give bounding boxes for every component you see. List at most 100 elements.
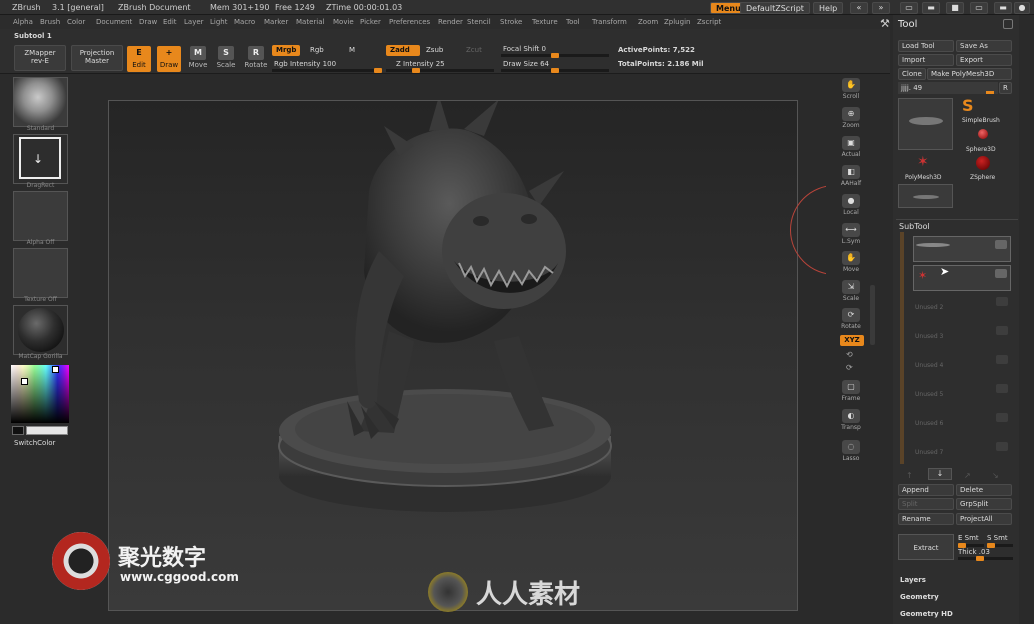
thick-handle[interactable] <box>976 556 984 561</box>
menu-alpha[interactable]: Alpha <box>13 18 33 26</box>
lsym-button[interactable]: ⟷ L.Sym <box>839 223 863 245</box>
scale-view-button[interactable]: ⇲ Scale <box>839 280 863 302</box>
canvas-viewport[interactable] <box>108 96 798 611</box>
subtool-slot-unused-7[interactable]: Unused 7 <box>913 439 1011 465</box>
menu-zoom[interactable]: Zoom <box>638 18 658 26</box>
stroke-dragrect-thumbnail[interactable]: ↓ <box>13 134 68 184</box>
menu-brush[interactable]: Brush <box>40 18 60 26</box>
subtool-1-eye-icon[interactable] <box>995 240 1007 249</box>
thick-slider[interactable] <box>958 556 1013 561</box>
subtool-slot-unused-4[interactable]: Unused 4 <box>913 352 1011 378</box>
draw-tool-button[interactable]: + Draw <box>157 46 181 72</box>
unused-2-eye-icon[interactable] <box>996 297 1008 306</box>
nav-right-icon[interactable]: » <box>872 2 890 14</box>
menu-document[interactable]: Document <box>96 18 132 26</box>
palette-pin-icon[interactable] <box>1003 19 1013 29</box>
unused-7-eye-icon[interactable] <box>996 442 1008 451</box>
m-button[interactable]: M <box>345 45 359 56</box>
small-window-icon[interactable]: ▭ <box>900 2 918 14</box>
extract-button[interactable]: Extract <box>898 534 954 560</box>
close-icon[interactable]: ● <box>1014 2 1030 14</box>
menu-picker[interactable]: Picker <box>360 18 381 26</box>
menu-edit[interactable]: Edit <box>163 18 177 26</box>
unused-6-eye-icon[interactable] <box>996 413 1008 422</box>
subtool-move-down-icon[interactable]: ↘ <box>992 471 999 480</box>
import-button[interactable]: Import <box>898 54 954 66</box>
alpha-thumbnail[interactable] <box>13 191 68 241</box>
switch-color-button[interactable]: SwitchColor <box>14 439 55 447</box>
rgb-button[interactable]: Rgb <box>306 45 328 56</box>
subtool-slot-1[interactable] <box>913 236 1011 262</box>
lasso-button[interactable]: ◌ Lasso <box>839 440 863 462</box>
simplebrush-icon[interactable]: S <box>962 96 974 115</box>
subtool-slot-unused-6[interactable]: Unused 6 <box>913 410 1011 436</box>
menu-light[interactable]: Light <box>210 18 227 26</box>
subtool-slot-2[interactable]: ✶ ➤ <box>913 265 1011 291</box>
rotate-view-button[interactable]: ⟳ Rotate <box>839 308 863 330</box>
large-window-icon[interactable]: ▬ <box>922 2 940 14</box>
menu-transform[interactable]: Transform <box>592 18 627 26</box>
secondary-color-swatch[interactable] <box>12 426 24 435</box>
menu-render[interactable]: Render <box>438 18 463 26</box>
texture-thumbnail[interactable] <box>13 248 68 298</box>
zadd-button[interactable]: Zadd <box>386 45 420 56</box>
grpsplit-button[interactable]: GrpSplit <box>956 498 1012 510</box>
menu-stroke[interactable]: Stroke <box>500 18 522 26</box>
help-button[interactable]: Help <box>813 2 844 14</box>
unused-5-eye-icon[interactable] <box>996 384 1008 393</box>
frame-button[interactable]: ▢ Frame <box>839 380 863 402</box>
layers-section[interactable]: Layers <box>900 576 926 584</box>
color-picker[interactable] <box>11 365 69 423</box>
material-thumbnail[interactable] <box>13 305 68 355</box>
subtool-move-up-icon[interactable]: ↗ <box>964 471 971 480</box>
rgb-intensity-slider[interactable] <box>272 68 382 73</box>
default-zscript-button[interactable]: DefaultZScript <box>740 2 810 14</box>
menu-color[interactable]: Color <box>67 18 85 26</box>
geometry-section[interactable]: Geometry <box>900 593 939 601</box>
move-view-button[interactable]: ✋ Move <box>839 251 863 273</box>
load-tool-button[interactable]: Load Tool <box>898 40 954 52</box>
make-polymesh3d-button[interactable]: Make PolyMesh3D <box>927 68 1012 80</box>
r-button[interactable]: R <box>999 82 1012 94</box>
focal-shift-handle[interactable] <box>551 53 559 58</box>
aahalf-button[interactable]: ◧ AAHalf <box>839 165 863 187</box>
z-intensity-handle[interactable] <box>412 68 420 73</box>
save-as-button[interactable]: Save As <box>956 40 1012 52</box>
nav-left-icon[interactable]: « <box>850 2 868 14</box>
projection-master-button[interactable]: Projection Master <box>71 45 123 71</box>
menu-texture[interactable]: Texture <box>532 18 558 26</box>
subtool-slot-unused-5[interactable]: Unused 5 <box>913 381 1011 407</box>
mrgb-button[interactable]: Mrgb <box>272 45 301 56</box>
projectall-button[interactable]: ProjectAll <box>956 513 1012 525</box>
zsub-button[interactable]: Zsub <box>422 45 447 56</box>
viewport-scrollbar[interactable] <box>870 285 875 345</box>
primary-color-swatch[interactable] <box>26 426 68 435</box>
lock-icon[interactable]: ■ <box>946 2 964 14</box>
maximize-icon[interactable]: ▬ <box>994 2 1012 14</box>
rotate-tool-button[interactable]: R Rotate <box>244 46 268 72</box>
unused-4-eye-icon[interactable] <box>996 355 1008 364</box>
subtool-down-icon[interactable]: ↓ <box>928 468 952 480</box>
rgb-intensity-handle[interactable] <box>374 68 382 73</box>
menu-stencil[interactable]: Stencil <box>467 18 491 26</box>
menu-marker[interactable]: Marker <box>264 18 288 26</box>
menu-zplugin[interactable]: Zplugin <box>664 18 690 26</box>
tool-slider-handle[interactable] <box>986 91 994 94</box>
zsphere-icon[interactable] <box>976 156 990 170</box>
subtool-up-icon[interactable]: ↑ <box>906 471 913 480</box>
rotate-axis-2-icon[interactable]: ⟳ <box>846 363 853 372</box>
z-intensity-slider[interactable] <box>386 68 494 73</box>
rename-button[interactable]: Rename <box>898 513 954 525</box>
zcut-button[interactable]: Zcut <box>462 45 486 56</box>
menu-zscript[interactable]: Zscript <box>697 18 721 26</box>
subtool-slot-unused-3[interactable]: Unused 3 <box>913 323 1011 349</box>
move-tool-button[interactable]: M Move <box>186 46 210 72</box>
transp-button[interactable]: ◐ Transp <box>839 409 863 431</box>
scale-tool-button[interactable]: S Scale <box>214 46 238 72</box>
zoom-button[interactable]: ⊕ Zoom <box>839 107 863 129</box>
clone-button[interactable]: Clone <box>898 68 926 80</box>
focal-shift-slider[interactable] <box>501 53 609 58</box>
actual-button[interactable]: ▣ Actual <box>839 136 863 158</box>
menu-tool[interactable]: Tool <box>566 18 580 26</box>
s-smt-slider[interactable] <box>987 543 1013 548</box>
